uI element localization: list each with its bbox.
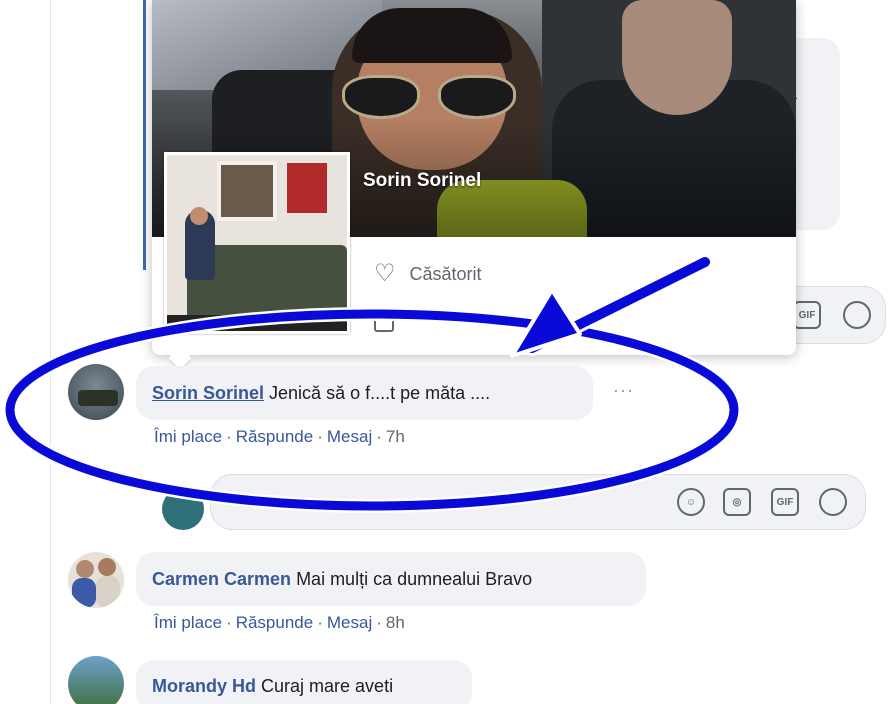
current-user-avatar — [162, 488, 204, 530]
info-row-icon — [374, 318, 394, 332]
comment-text: Curaj mare aveti — [261, 675, 394, 696]
gif-icon[interactable]: GIF — [793, 301, 821, 329]
comment-bubble: Morandy Hd Curaj mare aveti — [136, 660, 472, 704]
emoji-icon[interactable]: ☺ — [677, 488, 705, 516]
reply-link[interactable]: Răspunde — [236, 613, 314, 632]
more-options-button[interactable]: ··· — [613, 380, 634, 401]
profile-picture[interactable] — [164, 152, 350, 334]
sticker-icon[interactable] — [843, 301, 871, 329]
timestamp[interactable]: 8h — [386, 613, 405, 632]
sticker-icon[interactable] — [819, 488, 847, 516]
gif-icon[interactable]: GIF — [771, 488, 799, 516]
message-link[interactable]: Mesaj — [327, 613, 372, 632]
like-link[interactable]: Îmi place — [154, 613, 222, 632]
comment-actions: Îmi place · Răspunde · Mesaj · 8h — [154, 613, 405, 632]
profile-hovercard: Sorin Sorinel ♡ Căsătorit — [152, 0, 796, 355]
comment-bubble: Carmen Carmen Mai mulți ca dumnealui Bra… — [136, 552, 646, 606]
comment-bubble: Sorin Sorinel Jenică să o f....t pe măta… — [136, 366, 593, 420]
like-link[interactable]: Îmi place — [154, 427, 222, 446]
relationship-row: ♡ Căsătorit — [374, 262, 482, 286]
comment-text: Mai mulți ca dumnealui Bravo — [296, 568, 533, 589]
camera-icon[interactable]: ◎ — [723, 488, 751, 516]
comment-actions: Îmi place · Răspunde · Mesaj · 7h — [154, 427, 405, 446]
timestamp[interactable]: 7h — [386, 427, 405, 446]
comment-author[interactable]: Morandy Hd — [152, 676, 256, 697]
hovercard-name[interactable]: Sorin Sorinel — [363, 170, 481, 192]
reply-thread-line — [143, 0, 146, 270]
reply-link[interactable]: Răspunde — [236, 427, 314, 446]
message-link[interactable]: Mesaj — [327, 427, 372, 446]
reply-input[interactable]: ☺ ◎ GIF — [210, 474, 866, 530]
relationship-status: Căsătorit — [409, 263, 482, 284]
comment-author[interactable]: Sorin Sorinel — [152, 383, 264, 404]
avatar[interactable] — [68, 552, 124, 608]
comment-author[interactable]: Carmen Carmen — [152, 569, 291, 590]
avatar[interactable] — [68, 364, 124, 420]
feed-left-border — [50, 0, 51, 704]
avatar[interactable] — [68, 656, 124, 704]
heart-icon: ♡ — [374, 260, 396, 287]
comment-text: Jenică să o f....t pe măta .... — [269, 382, 491, 403]
